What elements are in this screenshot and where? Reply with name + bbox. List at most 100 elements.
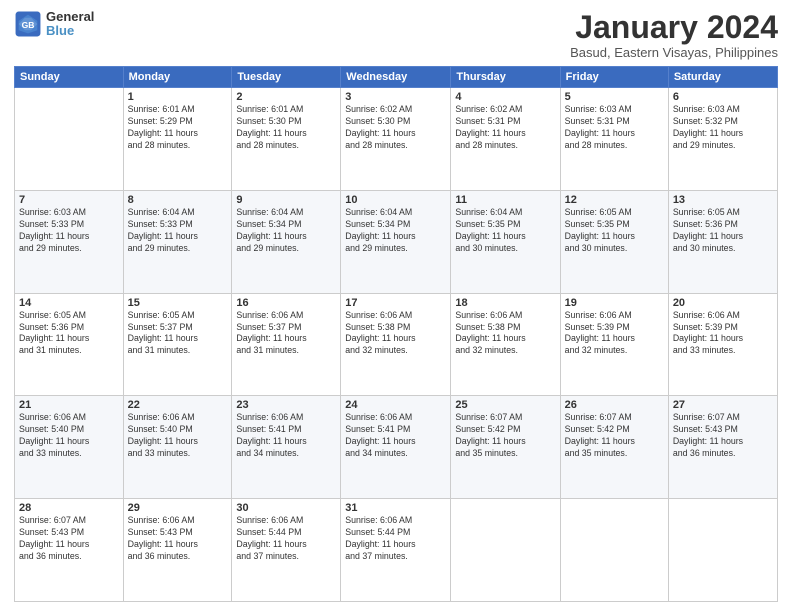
calendar-cell: 30Sunrise: 6:06 AM Sunset: 5:44 PM Dayli…	[232, 499, 341, 602]
day-info: Sunrise: 6:06 AM Sunset: 5:40 PM Dayligh…	[19, 412, 119, 460]
day-number: 10	[345, 194, 446, 206]
calendar-cell	[15, 88, 124, 191]
logo-text: General Blue	[46, 10, 94, 39]
calendar-cell: 24Sunrise: 6:06 AM Sunset: 5:41 PM Dayli…	[341, 396, 451, 499]
day-number: 27	[673, 399, 773, 411]
calendar-cell: 25Sunrise: 6:07 AM Sunset: 5:42 PM Dayli…	[451, 396, 560, 499]
calendar-cell: 12Sunrise: 6:05 AM Sunset: 5:35 PM Dayli…	[560, 190, 668, 293]
day-number: 1	[128, 91, 228, 103]
calendar-cell	[668, 499, 777, 602]
day-info: Sunrise: 6:06 AM Sunset: 5:41 PM Dayligh…	[345, 412, 446, 460]
logo-icon: GB	[14, 10, 42, 38]
day-info: Sunrise: 6:04 AM Sunset: 5:33 PM Dayligh…	[128, 207, 228, 255]
col-tuesday: Tuesday	[232, 67, 341, 88]
col-friday: Friday	[560, 67, 668, 88]
day-number: 5	[565, 91, 664, 103]
day-info: Sunrise: 6:01 AM Sunset: 5:30 PM Dayligh…	[236, 104, 336, 152]
day-number: 18	[455, 297, 555, 309]
day-number: 6	[673, 91, 773, 103]
day-info: Sunrise: 6:03 AM Sunset: 5:31 PM Dayligh…	[565, 104, 664, 152]
day-info: Sunrise: 6:07 AM Sunset: 5:43 PM Dayligh…	[19, 515, 119, 563]
calendar-cell: 11Sunrise: 6:04 AM Sunset: 5:35 PM Dayli…	[451, 190, 560, 293]
logo-line1: General	[46, 10, 94, 24]
calendar-cell: 13Sunrise: 6:05 AM Sunset: 5:36 PM Dayli…	[668, 190, 777, 293]
col-sunday: Sunday	[15, 67, 124, 88]
calendar-cell: 7Sunrise: 6:03 AM Sunset: 5:33 PM Daylig…	[15, 190, 124, 293]
month-title: January 2024	[570, 10, 778, 45]
calendar-cell: 8Sunrise: 6:04 AM Sunset: 5:33 PM Daylig…	[123, 190, 232, 293]
day-number: 26	[565, 399, 664, 411]
calendar-cell: 19Sunrise: 6:06 AM Sunset: 5:39 PM Dayli…	[560, 293, 668, 396]
col-thursday: Thursday	[451, 67, 560, 88]
header: GB General Blue January 2024 Basud, East…	[14, 10, 778, 60]
day-info: Sunrise: 6:05 AM Sunset: 5:35 PM Dayligh…	[565, 207, 664, 255]
day-number: 2	[236, 91, 336, 103]
calendar-cell: 15Sunrise: 6:05 AM Sunset: 5:37 PM Dayli…	[123, 293, 232, 396]
day-info: Sunrise: 6:05 AM Sunset: 5:36 PM Dayligh…	[673, 207, 773, 255]
day-info: Sunrise: 6:04 AM Sunset: 5:35 PM Dayligh…	[455, 207, 555, 255]
day-number: 21	[19, 399, 119, 411]
day-number: 12	[565, 194, 664, 206]
day-info: Sunrise: 6:06 AM Sunset: 5:39 PM Dayligh…	[565, 310, 664, 358]
day-number: 31	[345, 502, 446, 514]
calendar-cell: 22Sunrise: 6:06 AM Sunset: 5:40 PM Dayli…	[123, 396, 232, 499]
day-info: Sunrise: 6:05 AM Sunset: 5:36 PM Dayligh…	[19, 310, 119, 358]
day-number: 30	[236, 502, 336, 514]
day-number: 25	[455, 399, 555, 411]
day-info: Sunrise: 6:06 AM Sunset: 5:37 PM Dayligh…	[236, 310, 336, 358]
calendar-cell: 17Sunrise: 6:06 AM Sunset: 5:38 PM Dayli…	[341, 293, 451, 396]
calendar-header-row: Sunday Monday Tuesday Wednesday Thursday…	[15, 67, 778, 88]
day-number: 4	[455, 91, 555, 103]
calendar-cell: 23Sunrise: 6:06 AM Sunset: 5:41 PM Dayli…	[232, 396, 341, 499]
calendar-cell	[560, 499, 668, 602]
day-info: Sunrise: 6:06 AM Sunset: 5:44 PM Dayligh…	[345, 515, 446, 563]
day-info: Sunrise: 6:06 AM Sunset: 5:40 PM Dayligh…	[128, 412, 228, 460]
day-info: Sunrise: 6:06 AM Sunset: 5:44 PM Dayligh…	[236, 515, 336, 563]
day-info: Sunrise: 6:03 AM Sunset: 5:32 PM Dayligh…	[673, 104, 773, 152]
day-info: Sunrise: 6:06 AM Sunset: 5:43 PM Dayligh…	[128, 515, 228, 563]
day-number: 15	[128, 297, 228, 309]
calendar-cell: 6Sunrise: 6:03 AM Sunset: 5:32 PM Daylig…	[668, 88, 777, 191]
calendar-cell: 5Sunrise: 6:03 AM Sunset: 5:31 PM Daylig…	[560, 88, 668, 191]
logo: GB General Blue	[14, 10, 94, 39]
day-info: Sunrise: 6:01 AM Sunset: 5:29 PM Dayligh…	[128, 104, 228, 152]
week-row-4: 21Sunrise: 6:06 AM Sunset: 5:40 PM Dayli…	[15, 396, 778, 499]
day-info: Sunrise: 6:07 AM Sunset: 5:42 PM Dayligh…	[565, 412, 664, 460]
day-info: Sunrise: 6:06 AM Sunset: 5:38 PM Dayligh…	[455, 310, 555, 358]
col-wednesday: Wednesday	[341, 67, 451, 88]
calendar-cell: 16Sunrise: 6:06 AM Sunset: 5:37 PM Dayli…	[232, 293, 341, 396]
calendar-cell: 2Sunrise: 6:01 AM Sunset: 5:30 PM Daylig…	[232, 88, 341, 191]
day-number: 11	[455, 194, 555, 206]
day-info: Sunrise: 6:03 AM Sunset: 5:33 PM Dayligh…	[19, 207, 119, 255]
day-number: 19	[565, 297, 664, 309]
calendar-cell: 1Sunrise: 6:01 AM Sunset: 5:29 PM Daylig…	[123, 88, 232, 191]
calendar-cell: 4Sunrise: 6:02 AM Sunset: 5:31 PM Daylig…	[451, 88, 560, 191]
calendar-cell: 31Sunrise: 6:06 AM Sunset: 5:44 PM Dayli…	[341, 499, 451, 602]
day-number: 29	[128, 502, 228, 514]
calendar-cell: 14Sunrise: 6:05 AM Sunset: 5:36 PM Dayli…	[15, 293, 124, 396]
calendar-cell: 9Sunrise: 6:04 AM Sunset: 5:34 PM Daylig…	[232, 190, 341, 293]
day-number: 28	[19, 502, 119, 514]
calendar-cell: 27Sunrise: 6:07 AM Sunset: 5:43 PM Dayli…	[668, 396, 777, 499]
day-info: Sunrise: 6:04 AM Sunset: 5:34 PM Dayligh…	[345, 207, 446, 255]
day-number: 22	[128, 399, 228, 411]
calendar-cell: 21Sunrise: 6:06 AM Sunset: 5:40 PM Dayli…	[15, 396, 124, 499]
col-saturday: Saturday	[668, 67, 777, 88]
day-number: 8	[128, 194, 228, 206]
location-subtitle: Basud, Eastern Visayas, Philippines	[570, 45, 778, 60]
calendar-cell: 3Sunrise: 6:02 AM Sunset: 5:30 PM Daylig…	[341, 88, 451, 191]
day-number: 14	[19, 297, 119, 309]
day-info: Sunrise: 6:07 AM Sunset: 5:43 PM Dayligh…	[673, 412, 773, 460]
day-number: 13	[673, 194, 773, 206]
day-number: 3	[345, 91, 446, 103]
calendar-cell: 28Sunrise: 6:07 AM Sunset: 5:43 PM Dayli…	[15, 499, 124, 602]
day-info: Sunrise: 6:06 AM Sunset: 5:41 PM Dayligh…	[236, 412, 336, 460]
week-row-2: 7Sunrise: 6:03 AM Sunset: 5:33 PM Daylig…	[15, 190, 778, 293]
day-number: 9	[236, 194, 336, 206]
calendar: Sunday Monday Tuesday Wednesday Thursday…	[14, 66, 778, 602]
day-number: 16	[236, 297, 336, 309]
day-number: 23	[236, 399, 336, 411]
day-info: Sunrise: 6:02 AM Sunset: 5:31 PM Dayligh…	[455, 104, 555, 152]
day-number: 7	[19, 194, 119, 206]
calendar-cell: 20Sunrise: 6:06 AM Sunset: 5:39 PM Dayli…	[668, 293, 777, 396]
